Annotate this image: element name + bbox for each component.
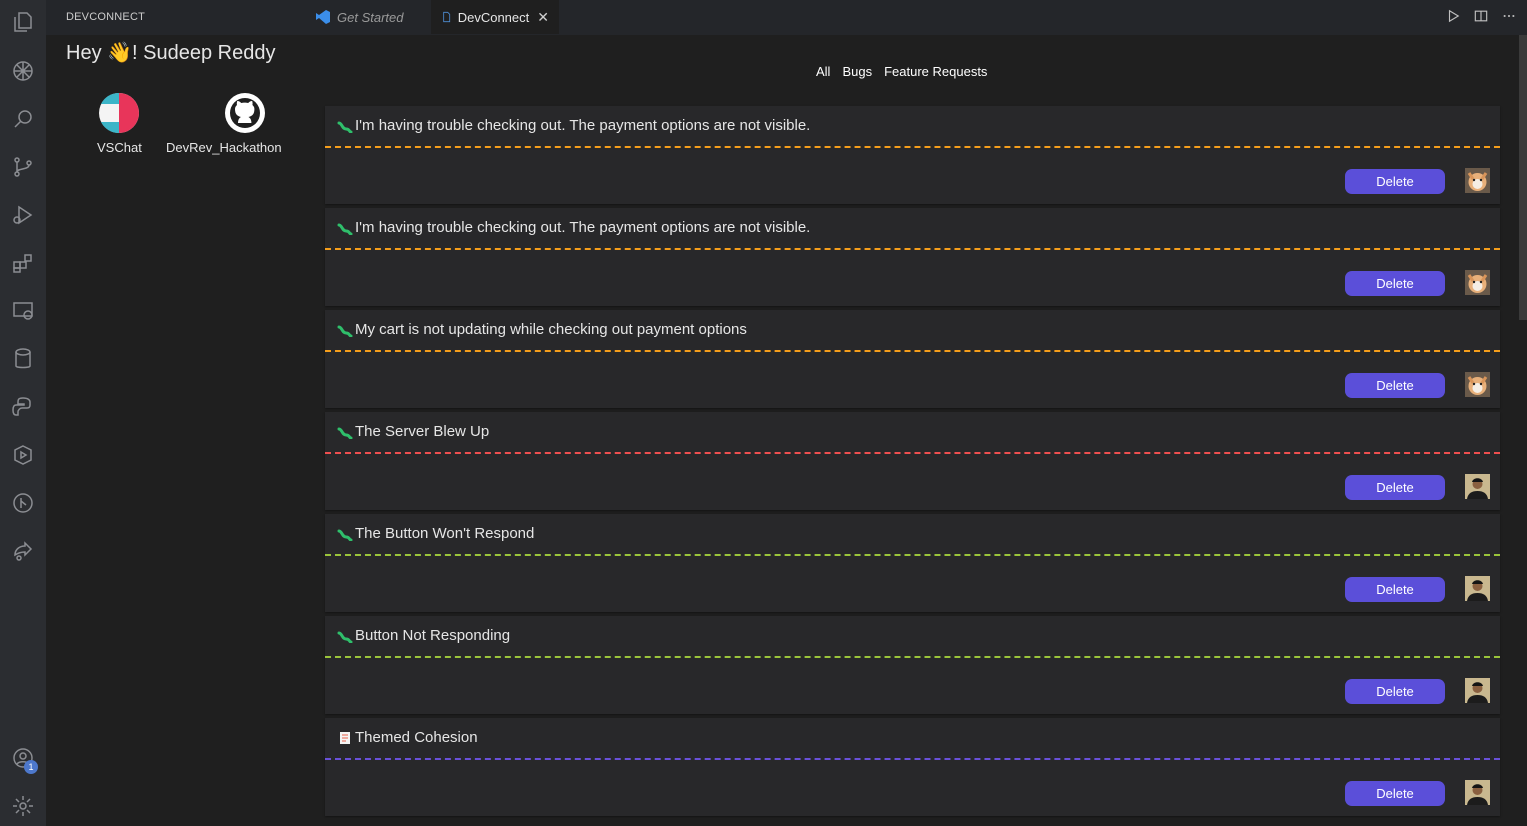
- source-control-icon[interactable]: [9, 153, 37, 181]
- ticket-title-text: I'm having trouble checking out. The pay…: [355, 219, 811, 236]
- ticket-title-text: My cart is not updating while checking o…: [355, 321, 747, 338]
- search-icon[interactable]: [9, 105, 37, 133]
- ticket-divider: [325, 656, 1500, 658]
- tab-devconnect[interactable]: DevConnect ✕: [431, 0, 559, 34]
- activity-bar: 1: [0, 0, 46, 826]
- ticket-title: I'm having trouble checking out. The pay…: [337, 219, 810, 236]
- ticket-divider: [325, 248, 1500, 250]
- github-icon: [224, 93, 265, 133]
- delete-button[interactable]: Delete: [1345, 475, 1445, 500]
- delete-button[interactable]: Delete: [1345, 781, 1445, 806]
- filter-all[interactable]: All: [816, 64, 830, 79]
- ticket-title-text: The Button Won't Respond: [355, 525, 535, 542]
- delete-button[interactable]: Delete: [1345, 271, 1445, 296]
- bug-icon: [337, 427, 353, 439]
- bug-icon: [337, 121, 353, 133]
- ticket-card: My cart is not updating while checking o…: [325, 310, 1500, 408]
- ticket-card: I'm having trouble checking out. The pay…: [325, 208, 1500, 306]
- greeting: Hey 👋! Sudeep Reddy: [66, 40, 275, 65]
- delete-button[interactable]: Delete: [1345, 577, 1445, 602]
- avatar: [1465, 576, 1490, 601]
- delete-button[interactable]: Delete: [1345, 679, 1445, 704]
- wave-icon: 👋: [107, 42, 133, 64]
- live-share-icon[interactable]: [9, 537, 37, 565]
- filter-tabs: All Bugs Feature Requests: [816, 64, 987, 79]
- ticket-list: I'm having trouble checking out. The pay…: [325, 106, 1500, 820]
- ticket-title: Themed Cohesion: [337, 729, 478, 746]
- ticket-card: The Server Blew Up Delete: [325, 412, 1500, 510]
- avatar: [1465, 372, 1490, 397]
- ticket-title-text: The Server Blew Up: [355, 423, 490, 440]
- ticket-divider: [325, 452, 1500, 454]
- extensions-icon[interactable]: [9, 249, 37, 277]
- python-icon[interactable]: [9, 393, 37, 421]
- settings-sync-icon[interactable]: [9, 57, 37, 85]
- tab-get-started[interactable]: Get Started: [305, 0, 430, 34]
- ticket-card: I'm having trouble checking out. The pay…: [325, 106, 1500, 204]
- file-icon: [443, 11, 451, 23]
- avatar: [1465, 678, 1490, 703]
- avatar: [1465, 780, 1490, 805]
- filter-bugs[interactable]: Bugs: [842, 64, 872, 79]
- vscode-icon: [316, 10, 330, 24]
- bug-icon: [337, 529, 353, 541]
- tab-label: Get Started: [337, 9, 404, 25]
- testing-icon[interactable]: [9, 441, 37, 469]
- avatar: [1465, 168, 1490, 193]
- ticket-divider: [325, 758, 1500, 760]
- app-label: DevRev_Hackathon: [166, 140, 282, 155]
- database-icon[interactable]: [9, 345, 37, 373]
- ticket-title: The Server Blew Up: [337, 423, 489, 440]
- close-icon[interactable]: ✕: [537, 9, 549, 26]
- ticket-title: Button Not Responding: [337, 627, 510, 644]
- ticket-card: Button Not Responding Delete: [325, 616, 1500, 714]
- ticket-title-text: Themed Cohesion: [355, 729, 478, 746]
- explorer-icon[interactable]: [9, 8, 37, 36]
- delete-button[interactable]: Delete: [1345, 169, 1445, 194]
- tab-label: DevConnect: [457, 9, 530, 25]
- accounts-badge: 1: [24, 760, 38, 774]
- app-devrev-hackathon[interactable]: DevRev_Hackathon: [166, 92, 282, 155]
- ticket-title-text: Button Not Responding: [355, 627, 511, 644]
- ticket-title: The Button Won't Respond: [337, 525, 534, 542]
- ticket-title: I'm having trouble checking out. The pay…: [337, 117, 810, 134]
- filter-feature-requests[interactable]: Feature Requests: [884, 64, 987, 79]
- settings-gear-icon[interactable]: [9, 792, 37, 820]
- remote-explorer-icon[interactable]: [9, 297, 37, 325]
- app-label: VSChat: [97, 140, 142, 155]
- memo-icon: [340, 731, 350, 744]
- git-graph-icon[interactable]: [9, 489, 37, 517]
- vschat-logo-icon: [99, 92, 140, 134]
- scrollbar[interactable]: [1519, 35, 1527, 320]
- avatar: [1465, 270, 1490, 295]
- run-icon[interactable]: [1445, 8, 1461, 24]
- avatar: [1465, 474, 1490, 499]
- ticket-title-text: I'm having trouble checking out. The pay…: [355, 117, 811, 134]
- greeting-prefix: Hey: [66, 42, 108, 64]
- ticket-card: Themed Cohesion Delete: [325, 718, 1500, 816]
- panel-title: DEVCONNECT: [66, 11, 146, 23]
- editor-actions: [1445, 8, 1517, 24]
- run-debug-icon[interactable]: [9, 201, 37, 229]
- delete-button[interactable]: Delete: [1345, 373, 1445, 398]
- ticket-title: My cart is not updating while checking o…: [337, 321, 747, 338]
- bug-icon: [337, 325, 353, 337]
- bug-icon: [337, 631, 353, 643]
- ticket-card: The Button Won't Respond Delete: [325, 514, 1500, 612]
- ticket-divider: [325, 554, 1500, 556]
- bug-icon: [337, 223, 353, 235]
- split-editor-icon[interactable]: [1473, 8, 1489, 24]
- greeting-name: ! Sudeep Reddy: [132, 42, 276, 64]
- app-vschat[interactable]: VSChat: [97, 92, 142, 155]
- ticket-divider: [325, 146, 1500, 148]
- tab-bar: [46, 0, 1527, 35]
- more-actions-icon[interactable]: [1501, 8, 1517, 24]
- ticket-divider: [325, 350, 1500, 352]
